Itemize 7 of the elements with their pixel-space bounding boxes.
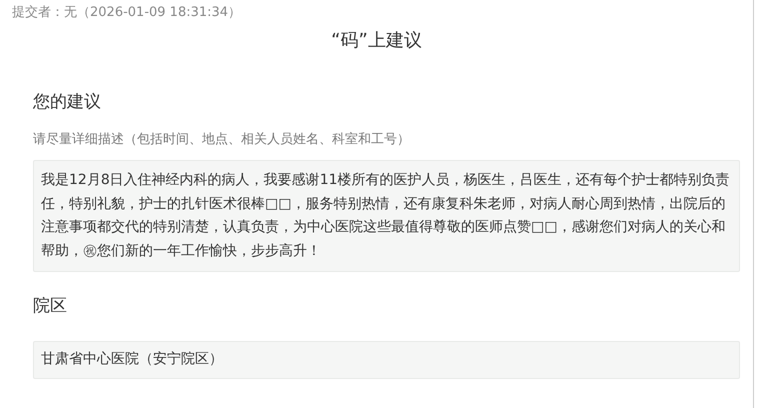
answer-box: 我是12月8日入住神经内科的病人，我要感谢11楼所有的医护人员，杨医生，吕医生，还有每个护士都特别负责任，特别礼貌，护士的扎针医术很棒□□，服务特别热情，还有康复科朱老师，对病人耐心周到热情，出院后的注意事项都交代的特别清楚，认真负责，为中心医院这些最值得尊敬的医师点赞□□，感谢您们对病人的关心和帮助，㊗您们新的一年工作愉快，步步高升！ [33,160,740,272]
submitter-text: 提交者：无（2026-01-09 18:31:34） [12,4,242,21]
hint-text: 请尽量详细描述（包括时间、地点、相关人员姓名、科室和工号） [33,131,411,148]
section-heading: 院区 [33,295,68,317]
section-heading: 您的建议 [33,91,102,113]
page-title: “码”上建议 [330,29,423,52]
answer-box: 甘肃省中心医院（安宁院区） [33,341,740,378]
